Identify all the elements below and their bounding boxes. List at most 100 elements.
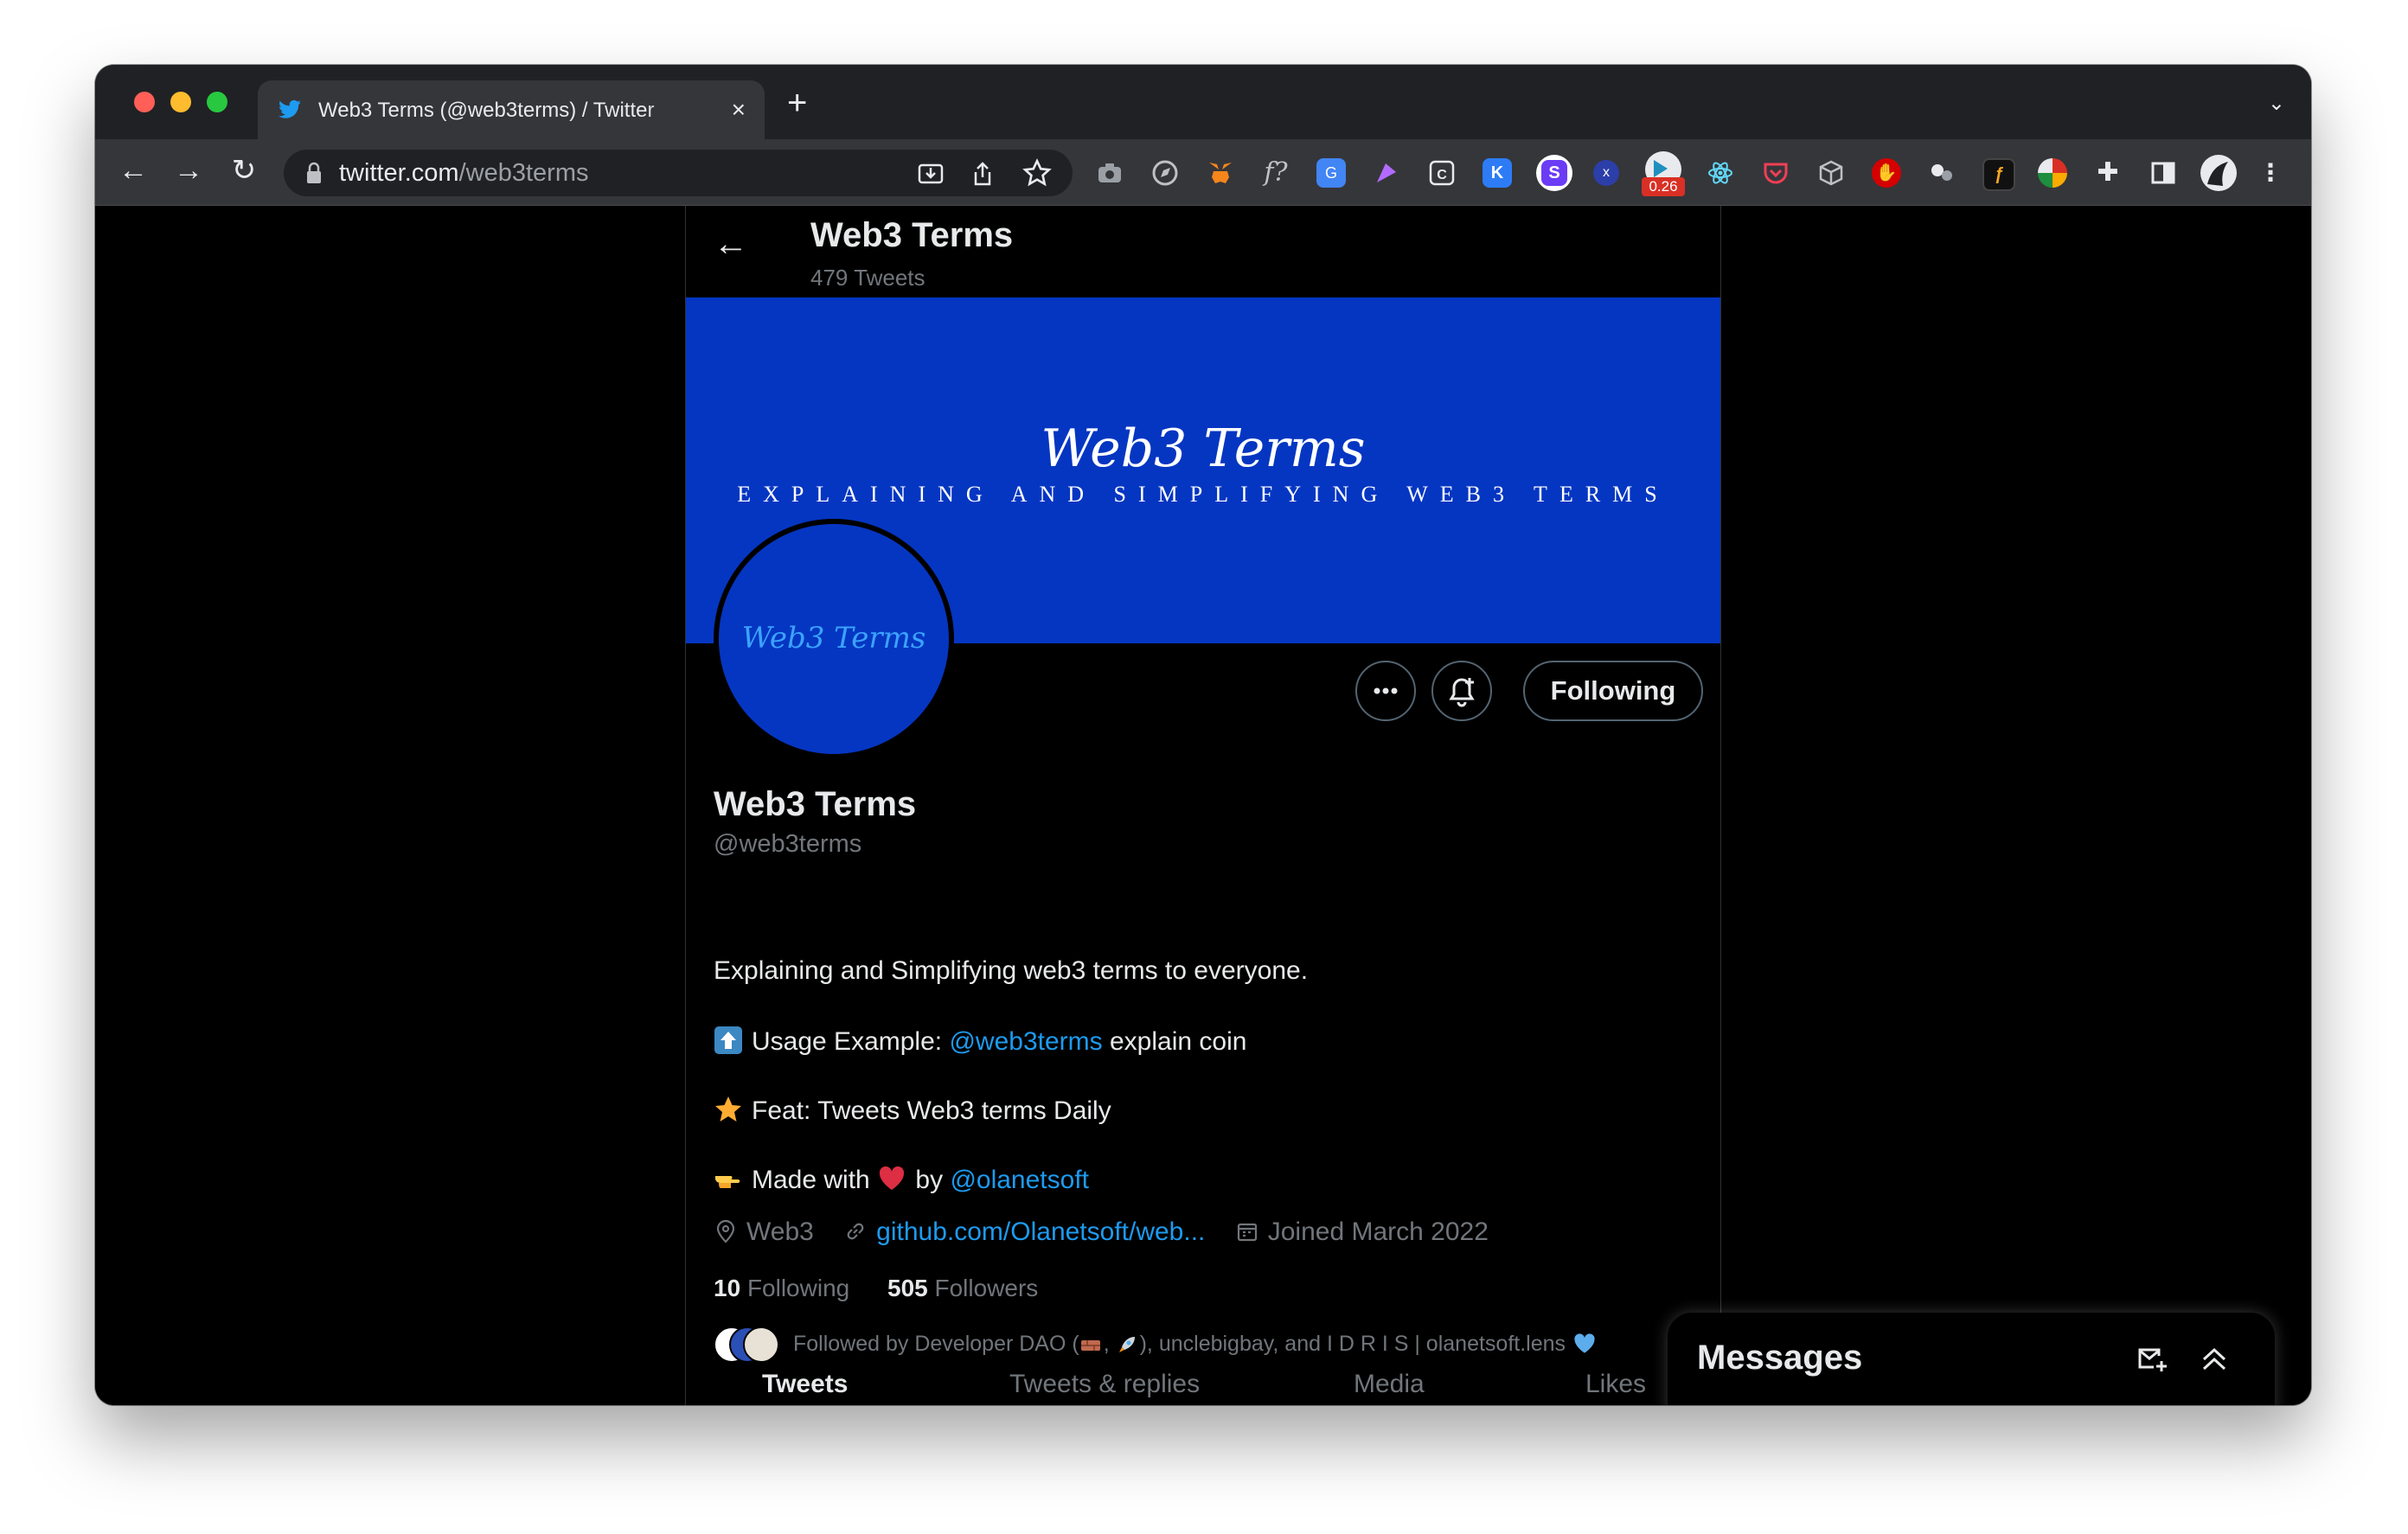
url-path: /web3terms: [458, 159, 589, 187]
website-link[interactable]: github.com/Olanetsoft/web...: [876, 1218, 1205, 1246]
translate-extension-icon[interactable]: G: [1316, 158, 1346, 188]
back-button[interactable]: ←: [114, 153, 152, 188]
profile-tabs: Tweets Tweets & replies Media Likes: [686, 1365, 1720, 1405]
browser-tab[interactable]: Web3 Terms (@web3terms) / Twitter ×: [258, 80, 765, 139]
profile-avatar-icon[interactable]: [2200, 155, 2237, 191]
header-tweet-count: 479 Tweets: [810, 265, 925, 291]
tab-title: Web3 Terms (@web3terms) / Twitter: [318, 98, 682, 124]
svg-text:C: C: [1437, 168, 1447, 182]
hand-stop-extension-icon[interactable]: ✋: [1872, 158, 1901, 188]
url-text[interactable]: twitter.com/web3terms: [339, 158, 588, 188]
browser-window: Web3 Terms (@web3terms) / Twitter × + ⌄ …: [95, 65, 2311, 1405]
follower-avatar: [743, 1326, 779, 1363]
notifications-button[interactable]: [1431, 661, 1492, 721]
compass-extension-icon[interactable]: [1150, 158, 1180, 188]
bio-line-4: Made with by @olanetsoft: [714, 1164, 1089, 1195]
tab-strip: Web3 Terms (@web3terms) / Twitter × + ⌄: [95, 65, 2311, 139]
tab-likes[interactable]: Likes: [1585, 1370, 1646, 1399]
avatar-logo-text: Web3 Terms: [741, 621, 926, 655]
forward-button[interactable]: →: [170, 153, 208, 188]
profile-meta: Web3 github.com/Olanetsoft/web... Joined…: [714, 1218, 1511, 1247]
bio-mention-olanetsoft[interactable]: @olanetsoft: [950, 1166, 1089, 1194]
more-options-button[interactable]: [1355, 661, 1416, 721]
profile-handle: @web3terms: [714, 830, 862, 858]
profile-column: ← Web3 Terms 479 Tweets Web3 Terms EXPLA…: [685, 206, 1721, 1405]
share-icon[interactable]: [969, 160, 996, 188]
follow-stats: 10 Following 505 Followers: [714, 1275, 1038, 1302]
star-emoji-icon: [715, 1096, 741, 1122]
profile-avatar[interactable]: Web3 Terms: [714, 519, 954, 759]
bio-feat-text: Feat: Tweets Web3 terms Daily: [752, 1096, 1111, 1125]
lock-icon: [307, 162, 321, 183]
twitter-bird-icon: [279, 99, 301, 118]
formula-extension-icon[interactable]: f?: [1261, 158, 1290, 188]
bio-line-3: Feat: Tweets Web3 terms Daily: [714, 1095, 1111, 1126]
pointing-hand-emoji-icon: [715, 1176, 740, 1188]
x-extension-icon[interactable]: x: [1593, 160, 1619, 186]
bio-mention-web3terms[interactable]: @web3terms: [949, 1027, 1102, 1056]
bookmark-star-icon[interactable]: [1022, 158, 1052, 188]
messages-title: Messages: [1697, 1339, 1863, 1377]
gradient-extension-icon[interactable]: [1372, 158, 1401, 188]
blue-heart-emoji-icon: [1574, 1333, 1595, 1353]
tab-close-icon[interactable]: ×: [732, 98, 746, 122]
dots-extension-icon[interactable]: [1927, 158, 1956, 188]
banner-subtitle: EXPLAINING AND SIMPLIFYING WEB3 TERMS: [737, 482, 1669, 507]
cube-extension-icon[interactable]: [1816, 158, 1846, 188]
rocket-emoji-icon: [1118, 1337, 1135, 1352]
bio-made-with: Made with: [752, 1166, 878, 1194]
red-heart-emoji-icon: [880, 1166, 905, 1190]
chrome-menu-icon[interactable]: ⋮: [2256, 158, 2285, 188]
tab-media[interactable]: Media: [1354, 1370, 1425, 1399]
location-item: Web3: [714, 1218, 821, 1246]
followed-by[interactable]: Followed by Developer DAO ( , ), unclebi…: [714, 1326, 1605, 1363]
zoom-window-button[interactable]: [207, 92, 227, 112]
profile-name: Web3 Terms: [714, 785, 917, 823]
new-message-icon[interactable]: [2135, 1342, 2169, 1377]
following-button[interactable]: Following: [1523, 661, 1703, 721]
followed-by-separator: ,: [1103, 1332, 1116, 1356]
tab-search-chevron-icon[interactable]: ⌄: [2268, 91, 2285, 116]
following-label: Following: [746, 1275, 850, 1301]
reload-button[interactable]: ↻: [225, 153, 263, 188]
calendar-icon: [1237, 1223, 1257, 1242]
extensions-puzzle-icon[interactable]: ✚: [2093, 158, 2123, 188]
s-extension-icon[interactable]: S: [1536, 155, 1572, 191]
react-devtools-icon[interactable]: [1706, 158, 1735, 188]
tab-tweets-replies[interactable]: Tweets & replies: [1009, 1370, 1200, 1399]
bio-usage-suffix: explain coin: [1102, 1027, 1247, 1056]
close-window-button[interactable]: [134, 92, 155, 112]
meter-badge: 0.26: [1642, 177, 1685, 196]
tab-tweets[interactable]: Tweets: [762, 1370, 848, 1399]
following-stat[interactable]: 10 Following: [714, 1275, 849, 1301]
camera-extension-icon[interactable]: [1095, 158, 1124, 188]
install-app-icon[interactable]: [917, 160, 945, 188]
back-arrow-icon[interactable]: ←: [714, 225, 748, 264]
bio-line-2: Usage Example: @web3terms explain coin: [714, 1026, 1246, 1057]
metamask-fox-icon[interactable]: [1206, 158, 1235, 188]
followers-label: Followers: [934, 1275, 1039, 1301]
address-bar[interactable]: twitter.com/web3terms: [284, 150, 1073, 196]
twitter-page: ← Web3 Terms 479 Tweets Web3 Terms EXPLA…: [95, 206, 2311, 1405]
following-count: 10: [714, 1275, 741, 1301]
meter-extension-icon[interactable]: 0.26: [1642, 151, 1685, 196]
website-item: github.com/Olanetsoft/web...: [843, 1218, 1213, 1246]
joined-text: Joined March 2022: [1267, 1218, 1489, 1246]
followers-stat[interactable]: 505 Followers: [887, 1275, 1038, 1301]
brick-emoji-icon: [1080, 1340, 1100, 1351]
minimize-window-button[interactable]: [170, 92, 191, 112]
c-extension-icon[interactable]: C: [1427, 158, 1457, 188]
url-host: twitter.com: [339, 159, 459, 187]
side-panel-icon[interactable]: [2149, 158, 2178, 188]
new-tab-button[interactable]: +: [787, 86, 807, 120]
followers-count: 505: [887, 1275, 928, 1301]
color-picker-extension-icon[interactable]: [2038, 158, 2067, 188]
flash-extension-icon[interactable]: ƒ: [1982, 158, 2015, 191]
double-chevron-up-icon[interactable]: [2197, 1342, 2232, 1377]
followed-by-suffix: ), unclebigbay, and I D R I S | olanetso…: [1139, 1332, 1566, 1356]
messages-drawer[interactable]: Messages: [1668, 1313, 2275, 1405]
link-icon: [847, 1223, 864, 1240]
bell-plus-icon: [1449, 678, 1475, 707]
k-extension-icon[interactable]: K: [1483, 158, 1512, 188]
pocket-icon[interactable]: [1761, 158, 1790, 188]
